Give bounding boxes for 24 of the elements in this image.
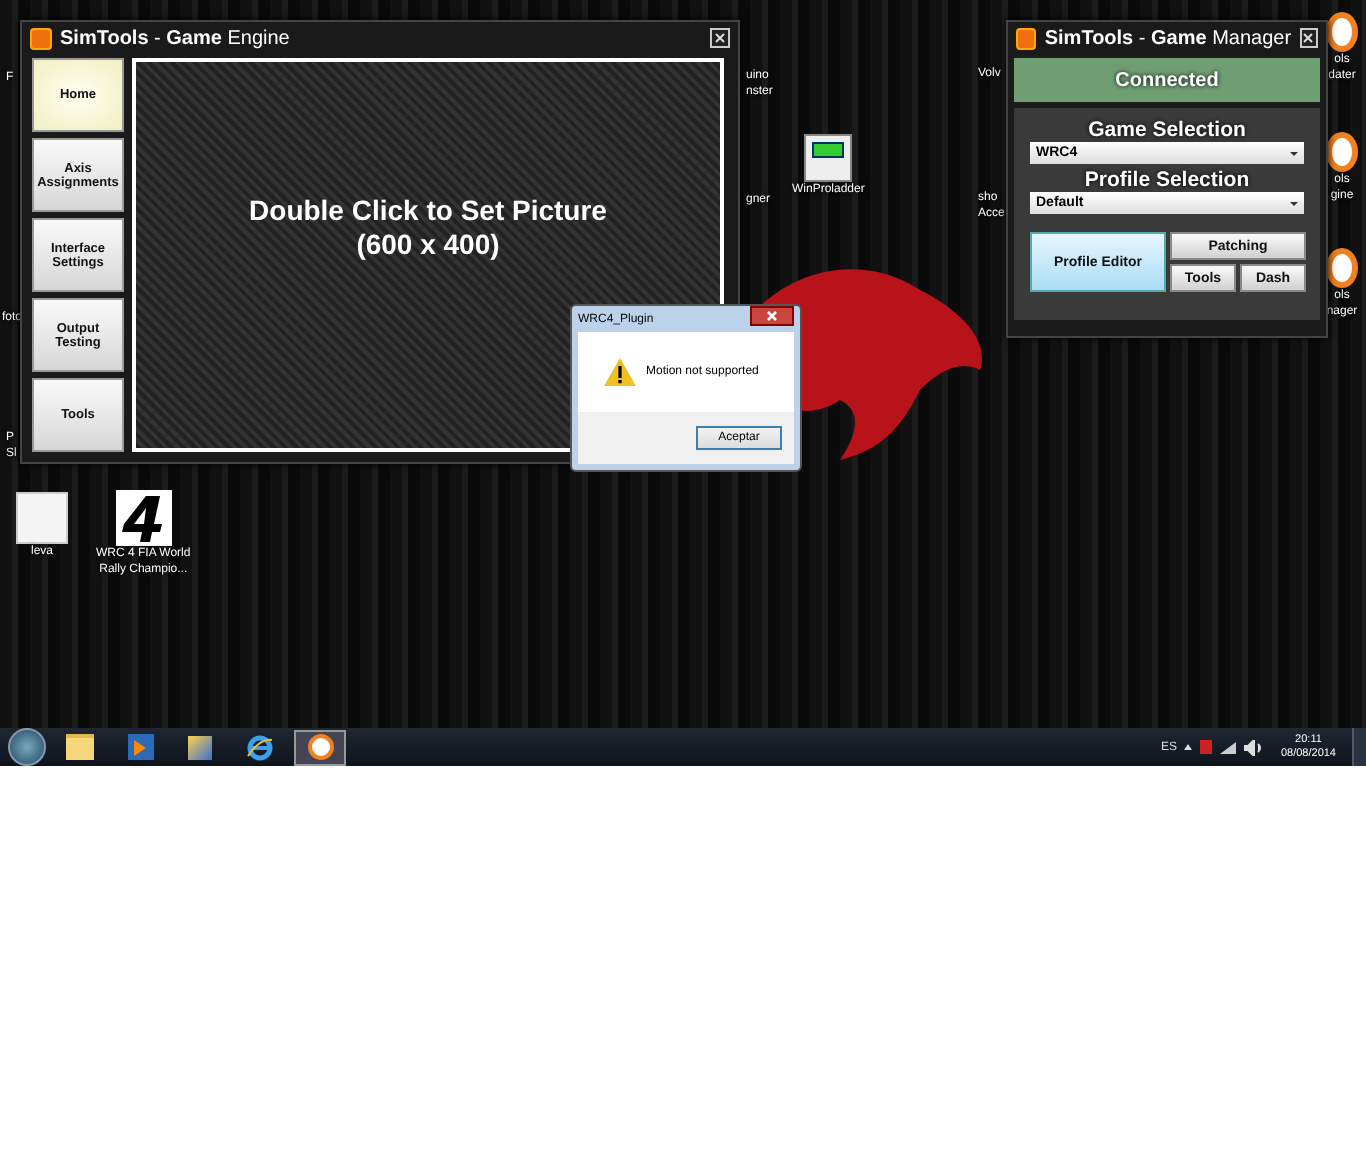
ring-icon[interactable] <box>294 729 346 765</box>
program-icon[interactable] <box>804 134 853 182</box>
section-label: Game Selection <box>1086 118 1248 142</box>
signal-icon[interactable] <box>1220 741 1237 753</box>
section-label: Profile Selection <box>1084 168 1252 192</box>
start-button[interactable] <box>8 728 46 766</box>
window-title: SimTools - Game Engine <box>60 27 292 49</box>
caret-icon <box>1290 201 1298 205</box>
speaker-icon[interactable] <box>1244 739 1265 755</box>
tray-arrow-icon[interactable] <box>1184 744 1193 750</box>
caret-icon <box>1290 151 1298 155</box>
window-title: SimTools - Game Manager <box>1044 27 1292 49</box>
number-four-icon[interactable] <box>115 490 172 546</box>
close-icon <box>766 310 778 322</box>
ring-icon[interactable] <box>1326 12 1358 52</box>
app-icon <box>30 27 52 49</box>
ring-icon[interactable] <box>1326 248 1358 288</box>
picture-prompt: Double Click to Set Picture (600 x 400) <box>249 193 607 261</box>
tray-icon[interactable] <box>1200 740 1213 754</box>
warning-icon <box>604 358 636 386</box>
ring-icon[interactable] <box>1326 132 1358 172</box>
app-icon <box>1016 27 1037 49</box>
connection-status: Connected <box>1014 58 1320 102</box>
close-button[interactable] <box>750 306 794 326</box>
